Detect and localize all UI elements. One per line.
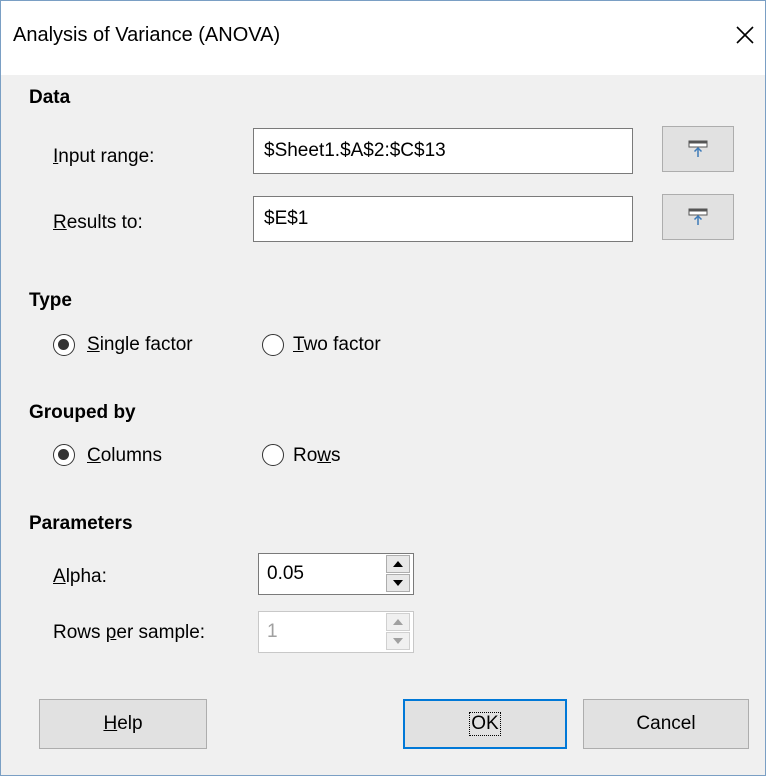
rows-per-sample-label: Rows per sample: bbox=[53, 622, 206, 643]
input-range-value: $Sheet1.$A$2:$C$13 bbox=[264, 140, 446, 161]
single-factor-label[interactable]: Single factor bbox=[87, 334, 193, 356]
cancel-button[interactable]: Cancel bbox=[583, 699, 749, 749]
data-heading: Data bbox=[29, 87, 71, 108]
results-to-label: Results to: bbox=[53, 212, 143, 233]
single-factor-radio[interactable] bbox=[53, 334, 75, 356]
alpha-spinner[interactable] bbox=[386, 555, 412, 593]
rows-label[interactable]: Rows bbox=[293, 445, 341, 467]
results-to-value: $E$1 bbox=[264, 208, 309, 229]
columns-radio[interactable] bbox=[53, 444, 75, 466]
ok-button-label: OK bbox=[469, 712, 501, 736]
help-button[interactable]: Help bbox=[39, 699, 207, 749]
shrink-icon bbox=[688, 208, 708, 225]
ok-button[interactable]: OK bbox=[403, 699, 567, 749]
parameters-heading: Parameters bbox=[29, 513, 133, 534]
type-heading: Type bbox=[29, 290, 72, 311]
grouped-by-heading: Grouped by bbox=[29, 402, 136, 423]
shrink-icon bbox=[688, 140, 708, 157]
results-to-field[interactable]: $E$1 bbox=[253, 196, 633, 242]
rows-per-sample-spinner[interactable] bbox=[386, 613, 412, 651]
title-bar: Analysis of Variance (ANOVA) bbox=[1, 1, 765, 75]
two-factor-label[interactable]: Two factor bbox=[293, 334, 381, 356]
rows-increment-button[interactable] bbox=[386, 613, 410, 631]
arrow-up-icon bbox=[393, 619, 403, 625]
dialog-title: Analysis of Variance (ANOVA) bbox=[13, 24, 281, 46]
two-factor-radio[interactable] bbox=[262, 334, 284, 356]
input-range-field[interactable]: $Sheet1.$A$2:$C$13 bbox=[253, 128, 633, 174]
results-to-shrink-button[interactable] bbox=[662, 194, 734, 240]
anova-dialog: Analysis of Variance (ANOVA) Data Input … bbox=[0, 0, 766, 776]
arrow-down-icon bbox=[393, 580, 403, 586]
alpha-value: 0.05 bbox=[267, 563, 304, 584]
close-icon bbox=[736, 26, 754, 44]
input-range-shrink-button[interactable] bbox=[662, 126, 734, 172]
close-button[interactable] bbox=[729, 19, 761, 51]
rows-per-sample-value: 1 bbox=[267, 621, 278, 642]
cancel-button-label: Cancel bbox=[636, 713, 696, 734]
alpha-increment-button[interactable] bbox=[386, 555, 410, 573]
alpha-decrement-button[interactable] bbox=[386, 574, 410, 592]
arrow-down-icon bbox=[393, 638, 403, 644]
help-button-label: Help bbox=[103, 713, 143, 734]
rows-decrement-button[interactable] bbox=[386, 632, 410, 650]
rows-radio[interactable] bbox=[262, 444, 284, 466]
alpha-label: Alpha: bbox=[53, 566, 107, 587]
columns-label[interactable]: Columns bbox=[87, 445, 162, 467]
input-range-label: Input range: bbox=[53, 146, 155, 167]
arrow-up-icon bbox=[393, 561, 403, 567]
